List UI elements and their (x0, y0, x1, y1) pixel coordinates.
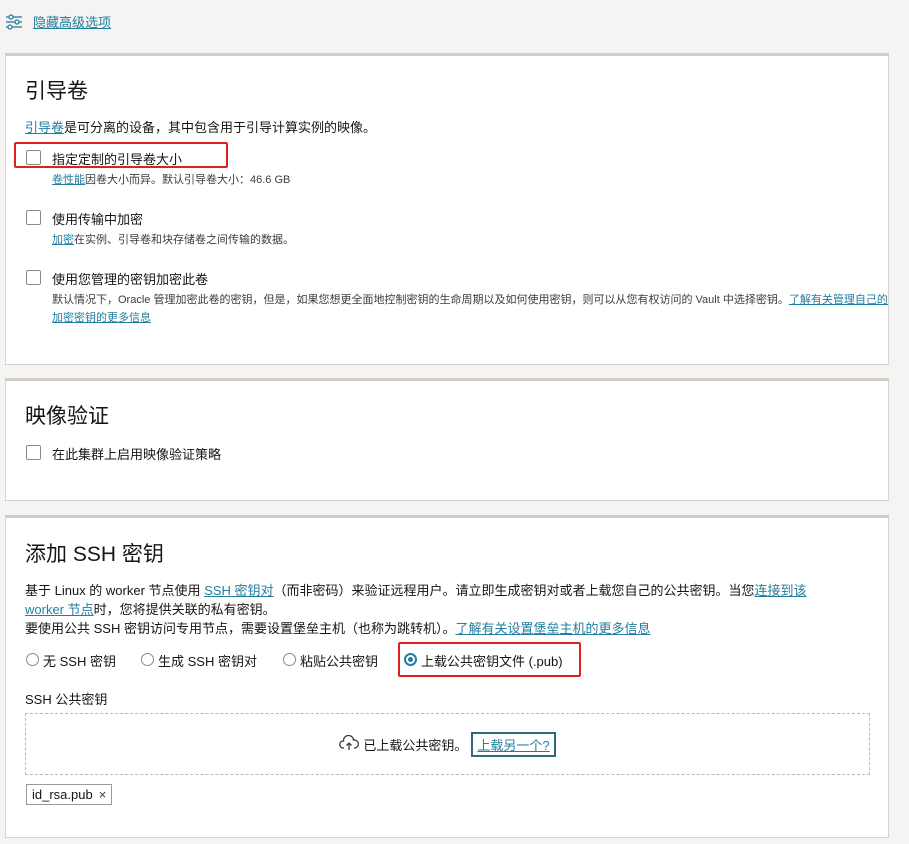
image-verification-label: 在此集群上启用映像验证策略 (52, 447, 222, 462)
manage-keys-link[interactable]: 了解有关管理自己的 (789, 294, 888, 306)
radio-upload-public-key-file-label: 上载公共密钥文件 (.pub) (421, 654, 563, 669)
radio-paste-public-key[interactable] (283, 653, 296, 666)
own-key-checkbox[interactable] (26, 270, 41, 285)
upload-another-button[interactable]: 上载另一个? (471, 731, 556, 757)
advanced-options-toggle[interactable]: 隐藏高级选项 (5, 12, 111, 31)
cloud-upload-icon (339, 734, 360, 754)
in-transit-encryption-help: 加密在实例、引导卷和块存储卷之间传输的数据。 (52, 234, 294, 246)
own-key-label: 使用您管理的密钥加密此卷 (52, 272, 209, 287)
own-key-help: 默认情况下，Oracle 管理加密此卷的密钥，但是，如果您想更全面地控制密钥的生… (52, 294, 888, 306)
radio-generate-key-pair[interactable] (141, 653, 154, 666)
boot-volume-panel: 引导卷 引导卷是可分离的设备，其中包含用于引导计算实例的映像。 指定定制的引导卷… (5, 53, 889, 365)
radio-generate-key-pair-label: 生成 SSH 密钥对 (158, 654, 257, 669)
boot-volume-description: 引导卷是可分离的设备，其中包含用于引导计算实例的映像。 (25, 120, 377, 135)
image-verification-panel: 映像验证 在此集群上启用映像验证策略 (5, 378, 889, 501)
in-transit-encryption-checkbox[interactable] (26, 210, 41, 225)
remove-file-icon[interactable]: × (99, 787, 107, 802)
radio-no-ssh-key-label: 无 SSH 密钥 (43, 654, 116, 669)
uploaded-status-text: 已上载公共密钥。 (363, 737, 468, 753)
ssh-keys-panel: 添加 SSH 密钥 基于 Linux 的 worker 节点使用 SSH 密钥对… (5, 515, 889, 838)
radio-no-ssh-key[interactable] (26, 653, 39, 666)
public-key-dropzone[interactable]: 已上载公共密钥。 上载另一个? (25, 713, 870, 775)
worker-node-link[interactable]: worker 节点 (25, 602, 94, 617)
volume-performance-link[interactable]: 卷性能 (52, 174, 85, 186)
ssh-keys-title: 添加 SSH 密钥 (25, 543, 164, 566)
boot-volume-link[interactable]: 引导卷 (25, 120, 64, 135)
advanced-options-link[interactable]: 隐藏高级选项 (33, 12, 111, 31)
custom-size-label: 指定定制的引导卷大小 (52, 152, 183, 167)
ssh-description-line3: 要使用公共 SSH 密钥访问专用节点，需要设置堡垒主机（也称为跳转机）。了解有关… (25, 621, 651, 636)
custom-size-help: 卷性能因卷大小而异。默认引导卷大小：46.6 GB (52, 174, 291, 186)
ssh-public-key-label: SSH 公共密钥 (25, 692, 108, 707)
image-verification-checkbox[interactable] (26, 445, 41, 460)
radio-upload-public-key-file[interactable] (404, 653, 417, 666)
ssh-description-line2: worker 节点时，您将提供关联的私有密钥。 (25, 602, 276, 617)
encryption-link[interactable]: 加密 (52, 234, 74, 246)
bastion-more-info-link[interactable]: 了解有关设置堡垒主机的更多信息 (455, 621, 650, 636)
radio-paste-public-key-label: 粘贴公共密钥 (300, 654, 379, 669)
image-verification-title: 映像验证 (25, 405, 109, 428)
file-chip-name: id_rsa.pub (32, 787, 93, 802)
boot-volume-title: 引导卷 (25, 80, 88, 103)
in-transit-encryption-label: 使用传输中加密 (52, 212, 144, 227)
file-chip: id_rsa.pub × (26, 784, 113, 805)
ssh-description-line1: 基于 Linux 的 worker 节点使用 SSH 密钥对（而非密码）来验证远… (25, 583, 807, 598)
custom-size-checkbox[interactable] (26, 150, 41, 165)
connect-worker-link[interactable]: 连接到该 (755, 583, 807, 598)
ssh-key-pair-link[interactable]: SSH 密钥对 (204, 583, 273, 598)
encryption-keys-more-info-link[interactable]: 加密密钥的更多信息 (52, 312, 151, 324)
sliders-icon (5, 13, 23, 30)
